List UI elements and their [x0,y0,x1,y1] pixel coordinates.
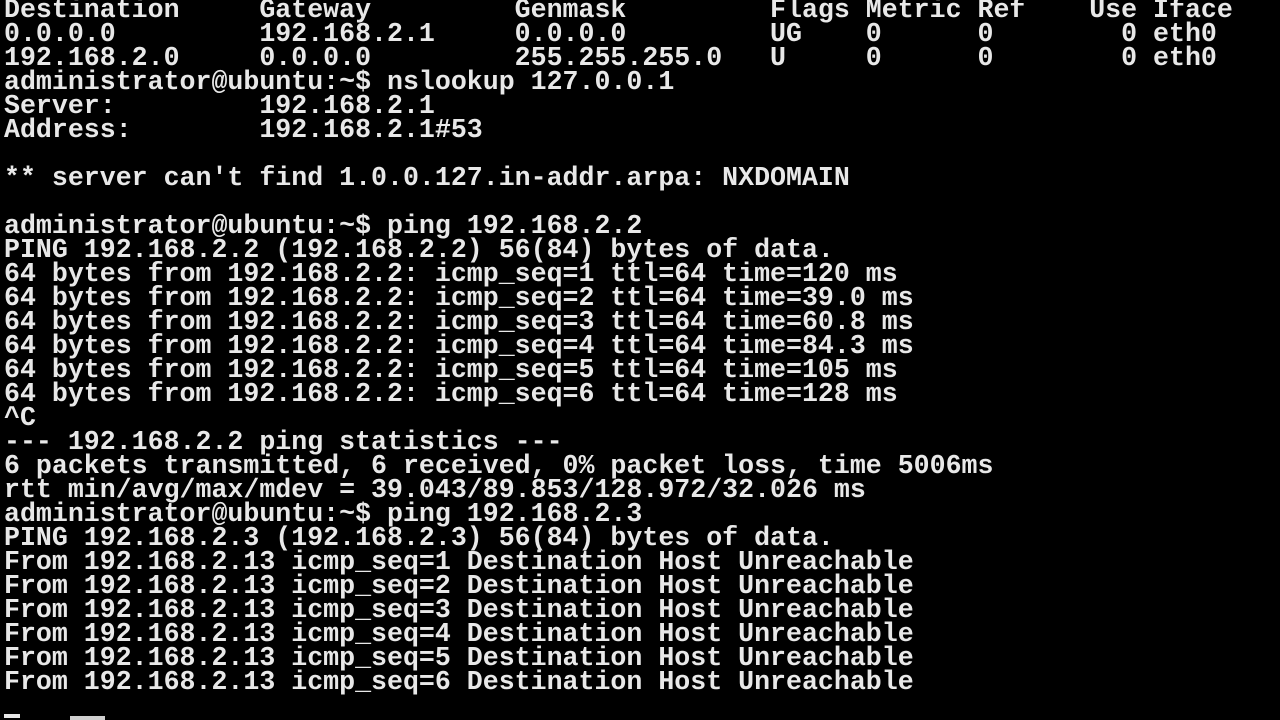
terminal-output[interactable]: Destination Gateway Genmask Flags Metric… [4,0,1233,697]
terminal-line: From 192.168.2.13 icmp_seq=6 Destination… [4,667,914,697]
cursor-artifact [70,716,105,720]
terminal-line: ** server can't find 1.0.0.127.in-addr.a… [4,163,850,193]
text-cursor [4,714,20,718]
terminal-line: Address: 192.168.2.1#53 [4,115,483,145]
terminal-line: 64 bytes from 192.168.2.2: icmp_seq=6 tt… [4,379,898,409]
